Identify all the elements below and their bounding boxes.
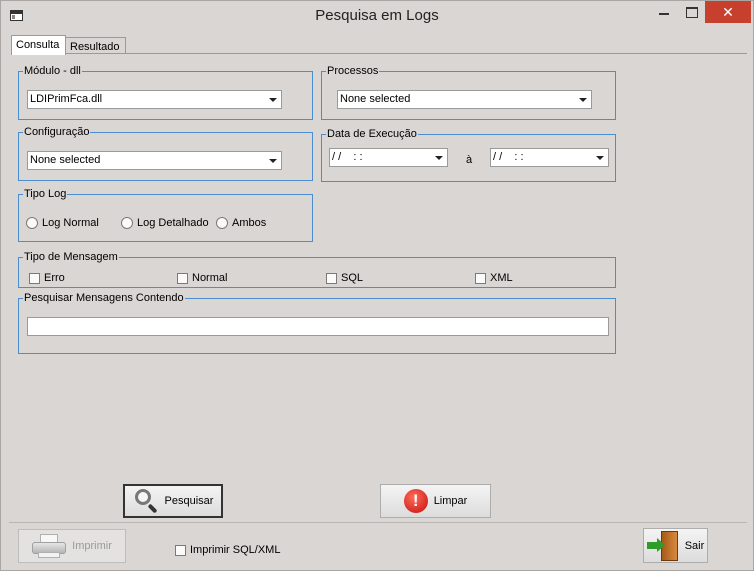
main-window: Pesquisa em Logs ✕ Consulta Resultado Mó… xyxy=(0,0,754,571)
checkbox-xml[interactable]: XML xyxy=(475,272,513,284)
radio-button[interactable] xyxy=(216,217,228,229)
limpar-label: Limpar xyxy=(433,495,468,507)
checkbox[interactable] xyxy=(475,272,486,284)
radio-ambos-label: Ambos xyxy=(232,217,267,229)
minimize-button[interactable] xyxy=(652,1,677,23)
processos-group-title: Processos xyxy=(326,64,380,78)
magnifier-icon xyxy=(133,488,159,514)
radio-log-detalhado[interactable]: Log Detalhado xyxy=(121,217,209,229)
printer-icon xyxy=(32,534,67,558)
pesquisar-mensagens-group-title: Pesquisar Mensagens Contendo xyxy=(23,291,185,305)
data-inicio-picker[interactable]: / / : : xyxy=(329,148,448,167)
radio-button[interactable] xyxy=(26,217,38,229)
chevron-down-icon xyxy=(435,156,443,160)
tipo-mensagem-group-title: Tipo de Mensagem xyxy=(23,250,119,264)
date-separator: à xyxy=(466,154,473,166)
checkbox-xml-label: XML xyxy=(490,272,513,284)
printer-tray xyxy=(38,552,61,558)
modulo-group: Módulo - dll LDIPrimFca.dll xyxy=(18,64,313,120)
data-fim-value: / / : : xyxy=(493,151,524,163)
checkbox-imprimir-sql-xml[interactable]: Imprimir SQL/XML xyxy=(175,544,280,556)
radio-log-detalhado-label: Log Detalhado xyxy=(137,217,209,229)
chevron-down-icon xyxy=(596,156,604,160)
imprimir-button[interactable]: Imprimir xyxy=(18,529,126,563)
checkbox-erro[interactable]: Erro xyxy=(29,272,65,284)
magnifier-handle xyxy=(147,503,158,514)
configuracao-dropdown[interactable]: None selected xyxy=(27,151,282,170)
modulo-dropdown[interactable]: LDIPrimFca.dll xyxy=(27,90,282,109)
radio-log-normal-label: Log Normal xyxy=(42,217,99,229)
radio-ambos[interactable]: Ambos xyxy=(216,217,266,229)
window-title: Pesquisa em Logs xyxy=(315,7,439,24)
data-fim-picker[interactable]: / / : : xyxy=(490,148,609,167)
radio-log-normal[interactable]: Log Normal xyxy=(26,217,99,229)
tipo-mensagem-group: Tipo de Mensagem Erro Normal SQL XML xyxy=(18,250,616,288)
chevron-down-icon xyxy=(269,159,277,163)
pesquisar-mensagens-group: Pesquisar Mensagens Contendo xyxy=(18,291,616,354)
title-bar[interactable]: Pesquisa em Logs ✕ xyxy=(1,1,753,32)
consulta-panel: Módulo - dll LDIPrimFca.dll Processos No… xyxy=(11,53,747,518)
processos-dropdown[interactable]: None selected xyxy=(337,90,592,109)
pesquisar-label: Pesquisar xyxy=(164,495,214,507)
processos-group: Processos None selected xyxy=(321,64,616,120)
checkbox[interactable] xyxy=(326,272,337,284)
chevron-down-icon xyxy=(269,98,277,102)
tab-resultado[interactable]: Resultado xyxy=(66,37,126,54)
pesquisar-button[interactable]: Pesquisar xyxy=(123,484,223,518)
limpar-button[interactable]: Limpar xyxy=(380,484,491,518)
tipo-log-group-title: Tipo Log xyxy=(23,187,68,201)
modulo-group-title: Módulo - dll xyxy=(23,64,82,78)
data-execucao-group: Data de Execução / / : : à / / : : xyxy=(321,127,616,182)
checkbox-erro-label: Erro xyxy=(44,272,65,284)
sair-label: Sair xyxy=(684,539,705,552)
data-execucao-group-title: Data de Execução xyxy=(326,127,418,141)
checkbox-normal[interactable]: Normal xyxy=(177,272,227,284)
checkbox-sql-label: SQL xyxy=(341,272,364,284)
close-button[interactable]: ✕ xyxy=(705,1,751,23)
sair-button[interactable]: Sair xyxy=(643,528,708,563)
magnifier-lens xyxy=(134,489,151,505)
checkbox-normal-label: Normal xyxy=(192,272,228,284)
footer-separator xyxy=(9,522,747,523)
checkbox[interactable] xyxy=(175,544,186,556)
configuracao-group: Configuração None selected xyxy=(18,125,313,181)
checkbox[interactable] xyxy=(177,272,188,284)
stop-icon xyxy=(403,489,428,513)
processos-value: None selected xyxy=(340,93,411,105)
modulo-value: LDIPrimFca.dll xyxy=(30,93,103,105)
imprimir-sql-xml-label: Imprimir SQL/XML xyxy=(190,544,281,556)
close-icon: ✕ xyxy=(722,4,734,20)
exit-icon xyxy=(646,530,679,561)
checkbox-sql[interactable]: SQL xyxy=(326,272,363,284)
configuracao-value: None selected xyxy=(30,154,101,166)
exit-arrow-head xyxy=(656,537,665,552)
imprimir-label: Imprimir xyxy=(72,540,112,552)
checkbox[interactable] xyxy=(29,272,40,284)
tipo-log-group: Tipo Log Log Normal Log Detalhado Ambos xyxy=(18,187,313,242)
data-inicio-value: / / : : xyxy=(332,151,363,163)
configuracao-group-title: Configuração xyxy=(23,125,91,139)
pesquisar-mensagens-input[interactable] xyxy=(27,317,609,336)
chevron-down-icon xyxy=(579,98,587,102)
maximize-button[interactable] xyxy=(680,1,704,23)
exit-arrow-body xyxy=(646,541,657,549)
radio-button[interactable] xyxy=(121,217,133,229)
tab-consulta[interactable]: Consulta xyxy=(11,35,66,55)
